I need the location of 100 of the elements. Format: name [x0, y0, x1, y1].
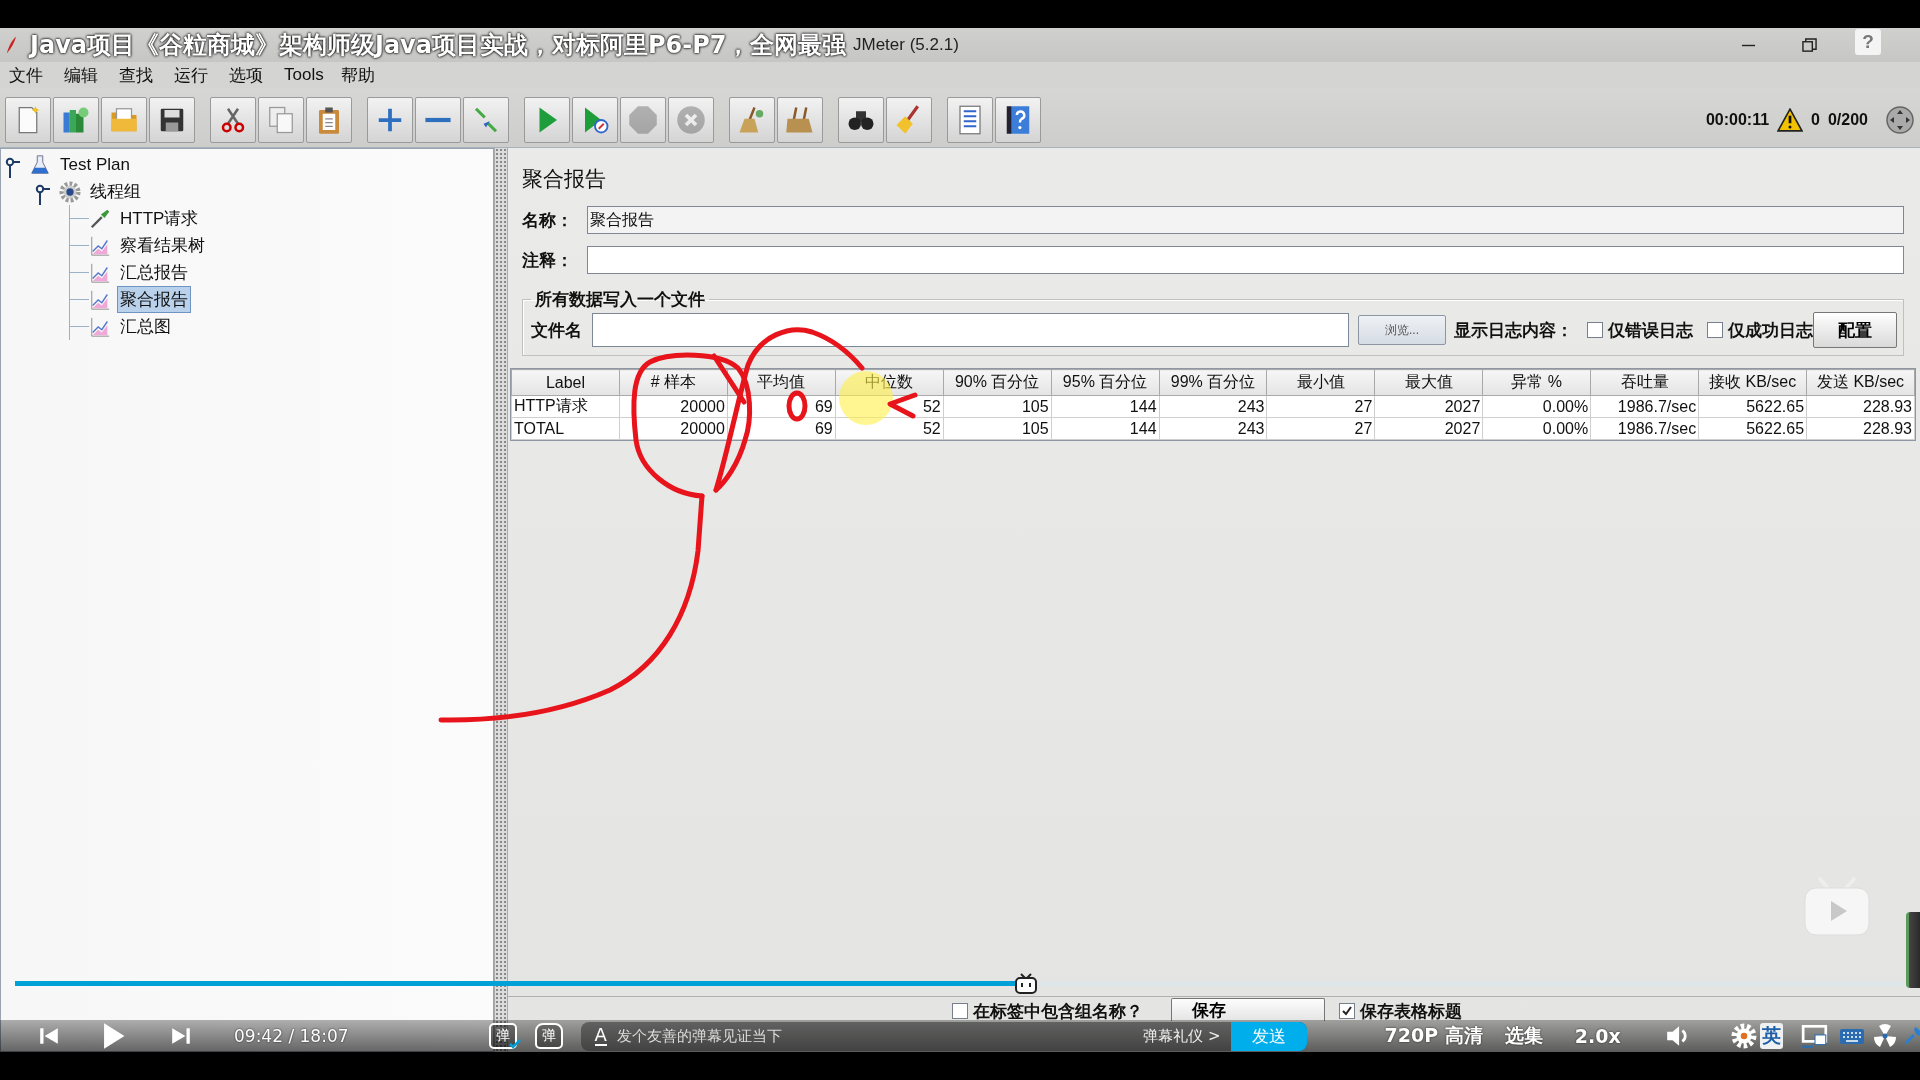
tree-item[interactable]: 汇总报告	[117, 259, 191, 286]
danmaku-input-field[interactable]: A 发个友善的弹幕见证当下 弹幕礼仪 > 发送	[580, 1021, 1307, 1051]
arrows-circle-icon[interactable]	[1886, 105, 1914, 134]
collapse-button[interactable]	[415, 96, 461, 143]
skip-next-icon[interactable]	[170, 1025, 192, 1047]
speed-button[interactable]: 2.0x	[1574, 1025, 1621, 1047]
menu-item[interactable]: Tools	[277, 65, 334, 85]
table-cell: 1986.7/sec	[1590, 395, 1699, 418]
toggle-button[interactable]	[463, 96, 509, 143]
start-button[interactable]	[524, 96, 570, 143]
column-header[interactable]: 接收 KB/sec	[1698, 369, 1807, 396]
configure-button[interactable]: 配置	[1813, 312, 1897, 348]
tree-item[interactable]: 汇总图	[117, 313, 174, 340]
monitor-icon[interactable]	[1800, 1023, 1829, 1049]
menu-item[interactable]: 运行	[167, 63, 222, 87]
menu-item[interactable]: 帮助	[333, 63, 389, 87]
search-button[interactable]	[838, 96, 884, 143]
gear-icon	[59, 180, 81, 203]
column-header[interactable]: 95% 百分位	[1051, 369, 1160, 396]
pen-circle	[786, 390, 808, 422]
tree-item[interactable]: Test Plan	[57, 152, 133, 177]
settings-icon[interactable]	[1730, 1023, 1757, 1049]
help-button[interactable]	[995, 96, 1041, 143]
menu-item[interactable]: 查找	[112, 63, 167, 87]
table-cell: 0.00%	[1482, 417, 1591, 440]
field-label: 名称：	[522, 209, 574, 232]
skip-previous-icon[interactable]	[38, 1025, 60, 1047]
thread-count: 0/200	[1827, 110, 1868, 129]
text-field[interactable]: 聚合报告	[587, 206, 1904, 234]
column-header[interactable]: 中位数	[835, 369, 944, 396]
tree-item[interactable]: 聚合报告	[117, 286, 191, 313]
chart-icon	[89, 315, 111, 338]
menu-item[interactable]: 文件	[2, 63, 57, 87]
table-cell: 144	[1051, 395, 1160, 418]
save-button[interactable]	[149, 96, 195, 143]
pipette-icon	[89, 207, 111, 230]
copy-icon	[266, 104, 296, 135]
tree-item[interactable]: HTTP请求	[117, 205, 202, 232]
paste-button[interactable]	[306, 96, 352, 143]
danmaku-toggle[interactable]: 弹	[488, 1023, 517, 1049]
input-method-indicator[interactable]: 英	[1759, 1023, 1783, 1049]
checkbox-label: 保存表格标题	[1360, 1001, 1462, 1023]
column-header[interactable]: 吞吐量	[1590, 369, 1699, 396]
filename-field[interactable]	[592, 313, 1349, 347]
browse-button[interactable]: 浏览...	[1358, 315, 1446, 345]
copy-button[interactable]	[258, 96, 304, 143]
checkbox[interactable]	[1587, 322, 1603, 338]
quality-button[interactable]: 720P 高清	[1384, 1023, 1483, 1049]
text-field[interactable]	[587, 246, 1904, 274]
clear-button[interactable]	[729, 96, 775, 143]
table-cell: 243	[1159, 395, 1267, 418]
new-button[interactable]	[5, 96, 51, 143]
table-cell: 0.00%	[1482, 395, 1591, 418]
column-header[interactable]: 99% 百分位	[1159, 369, 1267, 396]
column-header[interactable]: 异常 %	[1482, 369, 1591, 396]
function-helper-button[interactable]	[947, 96, 993, 143]
column-header[interactable]: 发送 KB/sec	[1806, 369, 1915, 396]
table-cell: HTTP请求	[511, 395, 620, 418]
menu-item[interactable]: 选项	[222, 63, 277, 87]
keyboard-icon[interactable]	[1838, 1026, 1865, 1046]
flask-icon	[29, 153, 51, 176]
progress-track[interactable]	[15, 981, 1904, 986]
menu-item[interactable]: 编辑	[57, 63, 112, 87]
table-cell: 20000	[619, 417, 728, 440]
panel-title: 聚合报告	[521, 166, 607, 192]
etiquette-link[interactable]: 弹幕礼仪 >	[1143, 1026, 1221, 1046]
save-button[interactable]: 保存	[1171, 998, 1325, 1021]
tv-face-icon[interactable]	[1013, 973, 1038, 995]
text-style-button[interactable]: A	[594, 1026, 607, 1046]
edge-tab[interactable]	[1906, 912, 1920, 988]
column-header[interactable]: Label	[511, 369, 620, 396]
column-header[interactable]: 最大值	[1374, 369, 1483, 396]
chart-icon	[89, 288, 111, 311]
restore-icon[interactable]	[1802, 37, 1817, 53]
cut-button[interactable]	[210, 96, 256, 143]
pen-stroke	[887, 392, 918, 419]
reset-search-button[interactable]	[886, 96, 932, 143]
start-no-pause-button[interactable]	[572, 96, 618, 143]
checkbox[interactable]	[1707, 322, 1723, 338]
checkbox[interactable]	[1339, 1003, 1355, 1019]
clear-all-button[interactable]	[777, 96, 823, 143]
table-cell: 20000	[619, 395, 728, 418]
danmaku-settings-button[interactable]: 弹	[534, 1023, 563, 1049]
table-cell: TOTAL	[511, 417, 620, 440]
episodes-button[interactable]: 选集	[1504, 1023, 1543, 1049]
window-title: JMeter (5.2.1)	[853, 35, 959, 55]
log-label: 显示日志内容：	[1454, 319, 1573, 342]
expand-button[interactable]	[367, 96, 413, 143]
column-header[interactable]: 90% 百分位	[943, 369, 1052, 396]
table-cell: 228.93	[1806, 417, 1915, 440]
column-header[interactable]: # 样本	[619, 369, 728, 396]
table-cell: 5622.65	[1698, 417, 1807, 440]
warning-count: 0	[1811, 110, 1820, 129]
column-header[interactable]: 最小值	[1266, 369, 1375, 396]
help-bubble[interactable]: ?	[1855, 29, 1881, 55]
tree-item[interactable]: 察看结果树	[117, 232, 208, 259]
templates-button[interactable]	[53, 96, 99, 143]
checkbox[interactable]	[952, 1003, 968, 1019]
tree-item[interactable]: 线程组	[87, 178, 144, 205]
trefoil-icon[interactable]	[1872, 1024, 1897, 1048]
